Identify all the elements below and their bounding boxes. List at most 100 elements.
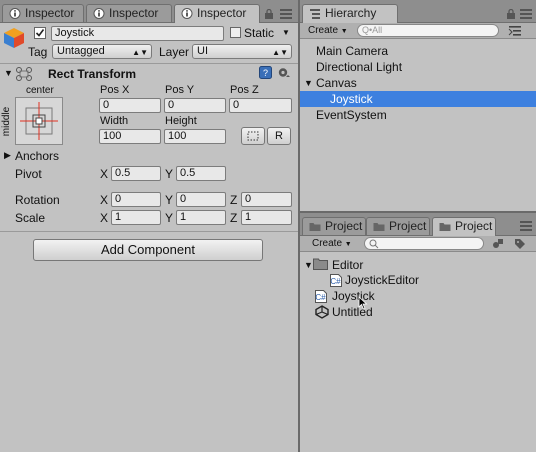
pos-y-field[interactable]: 0	[164, 98, 226, 113]
add-component-button[interactable]: Add Component	[33, 239, 263, 261]
folder-icon	[373, 223, 385, 231]
foldout-arrow-icon[interactable]: ▼	[304, 75, 313, 91]
pivot-y-field[interactable]: 0.5	[176, 166, 226, 181]
tab-label: Project	[389, 219, 427, 233]
tag-dropdown[interactable]: Untagged ▲▼	[52, 44, 152, 59]
width-field[interactable]: 100	[99, 129, 161, 144]
item-label: Main Camera	[316, 44, 389, 58]
hierarchy-item-canvas[interactable]: ▼ Canvas	[300, 75, 532, 91]
csharp-script-icon: C#	[315, 290, 327, 303]
item-label: Canvas	[316, 76, 357, 90]
hierarchy-tabbar: Hierarchy	[300, 0, 536, 23]
item-label: Joystick	[332, 289, 375, 303]
raw-edit-button[interactable]: R	[267, 127, 291, 145]
filter-by-label-icon[interactable]	[514, 238, 526, 249]
create-label: Create	[308, 25, 339, 36]
project-search-input[interactable]	[364, 237, 484, 250]
tab-label: Project	[455, 219, 493, 233]
hierarchy-item-joystick-selected[interactable]: Joystick	[300, 91, 536, 107]
hierarchy-item-directional-light[interactable]: Directional Light	[300, 59, 532, 75]
help-book-icon[interactable]: ?	[259, 66, 272, 79]
tab-project-1[interactable]: Project	[302, 217, 366, 235]
project-item-joystickeditor[interactable]: JoystickEditor	[345, 272, 525, 288]
folder-icon	[439, 223, 451, 231]
scale-y-field[interactable]: 1	[176, 210, 226, 225]
tab-project-3[interactable]: Project	[432, 217, 496, 236]
checkmark-icon	[35, 29, 45, 37]
tab-inspector-2[interactable]: Inspector	[86, 4, 172, 22]
tag-label: Tag	[28, 45, 48, 59]
create-dropdown[interactable]: Create ▼	[308, 24, 348, 37]
hierarchy-item-eventsystem[interactable]: EventSystem	[300, 107, 532, 123]
updown-arrow-icon: ▲▼	[132, 48, 148, 57]
scale-z-field[interactable]: 1	[241, 210, 292, 225]
tab-hierarchy[interactable]: Hierarchy	[302, 4, 398, 23]
rotation-y-field[interactable]: 0	[176, 192, 226, 207]
blueprint-mode-button[interactable]	[241, 127, 265, 145]
create-dropdown[interactable]: Create ▼	[312, 237, 352, 250]
dotted-rect-icon	[247, 131, 259, 141]
pivot-label: Pivot	[15, 167, 42, 181]
hierarchy-search-input[interactable]: Q•All	[357, 24, 499, 37]
rotation-z-label: Z	[230, 193, 238, 207]
lock-icon[interactable]	[506, 9, 516, 19]
height-field[interactable]: 100	[164, 129, 226, 144]
tab-inspector-3[interactable]: Inspector	[174, 4, 260, 23]
info-icon	[93, 8, 105, 19]
object-name-field[interactable]: Joystick	[51, 26, 224, 41]
project-tabbar: Project Project Project	[300, 213, 536, 236]
gear-icon[interactable]	[277, 66, 291, 79]
gameobject-cube-icon	[4, 28, 24, 48]
collapse-all-icon[interactable]	[508, 25, 522, 36]
tag-value: Untagged	[57, 45, 105, 57]
pos-x-field[interactable]: 0	[99, 98, 161, 113]
pos-z-label: Pos Z	[230, 84, 259, 96]
dropdown-arrow-icon: ▼	[340, 28, 348, 35]
anchor-v-label: middle	[1, 106, 13, 137]
mouse-cursor-icon	[358, 296, 368, 310]
anchors-foldout-icon[interactable]: ▶	[4, 150, 11, 161]
item-label: EventSystem	[316, 108, 387, 122]
tab-label: Project	[325, 219, 363, 233]
hierarchy-item-main-camera[interactable]: Main Camera	[300, 43, 532, 59]
lock-icon[interactable]	[264, 9, 274, 19]
pivot-y-label: Y	[165, 167, 174, 181]
tab-inspector-1[interactable]: Inspector	[2, 4, 84, 22]
width-label: Width	[100, 115, 129, 127]
tab-project-2[interactable]: Project	[366, 217, 430, 235]
rect-transform-icon	[16, 67, 32, 81]
static-checkbox[interactable]	[230, 27, 241, 38]
static-label: Static	[244, 26, 275, 40]
foldout-arrow-icon[interactable]: ▼	[304, 260, 313, 270]
layer-dropdown[interactable]: UI ▲▼	[192, 44, 292, 59]
raw-edit-label: R	[275, 130, 283, 142]
project-item-editor-folder[interactable]: Editor	[332, 257, 522, 273]
folder-icon	[313, 258, 328, 270]
rotation-x-field[interactable]: 0	[111, 192, 161, 207]
info-icon	[9, 8, 21, 19]
scale-x-field[interactable]: 1	[111, 210, 161, 225]
pivot-x-field[interactable]: 0.5	[111, 166, 161, 181]
pos-x-label: Pos X	[100, 84, 130, 96]
rotation-label: Rotation	[15, 193, 60, 207]
hierarchy-panel: Create ▼ Q•All Main Camera Directional L…	[300, 23, 536, 211]
panel-menu-icon[interactable]	[520, 9, 532, 19]
rotation-x-label: X	[100, 193, 109, 207]
active-checkbox[interactable]	[34, 27, 46, 39]
scale-z-label: Z	[230, 211, 238, 225]
panel-menu-icon[interactable]	[520, 221, 532, 231]
pos-z-field[interactable]: 0	[229, 98, 292, 113]
scale-label: Scale	[15, 211, 46, 225]
foldout-arrow-icon[interactable]: ▼	[4, 68, 13, 78]
item-label: Joystick	[330, 92, 373, 106]
rotation-y-label: Y	[165, 193, 174, 207]
panel-menu-icon[interactable]	[280, 9, 292, 19]
rotation-z-field[interactable]: 0	[241, 192, 292, 207]
filter-by-type-icon[interactable]	[492, 238, 504, 249]
svg-text:C#: C#	[315, 293, 326, 302]
height-label: Height	[165, 115, 197, 127]
create-label: Create	[312, 238, 343, 249]
dropdown-arrow-icon: ▼	[344, 241, 352, 248]
static-dropdown-arrow[interactable]: ▼	[282, 28, 290, 37]
anchor-presets-button[interactable]	[15, 97, 63, 145]
